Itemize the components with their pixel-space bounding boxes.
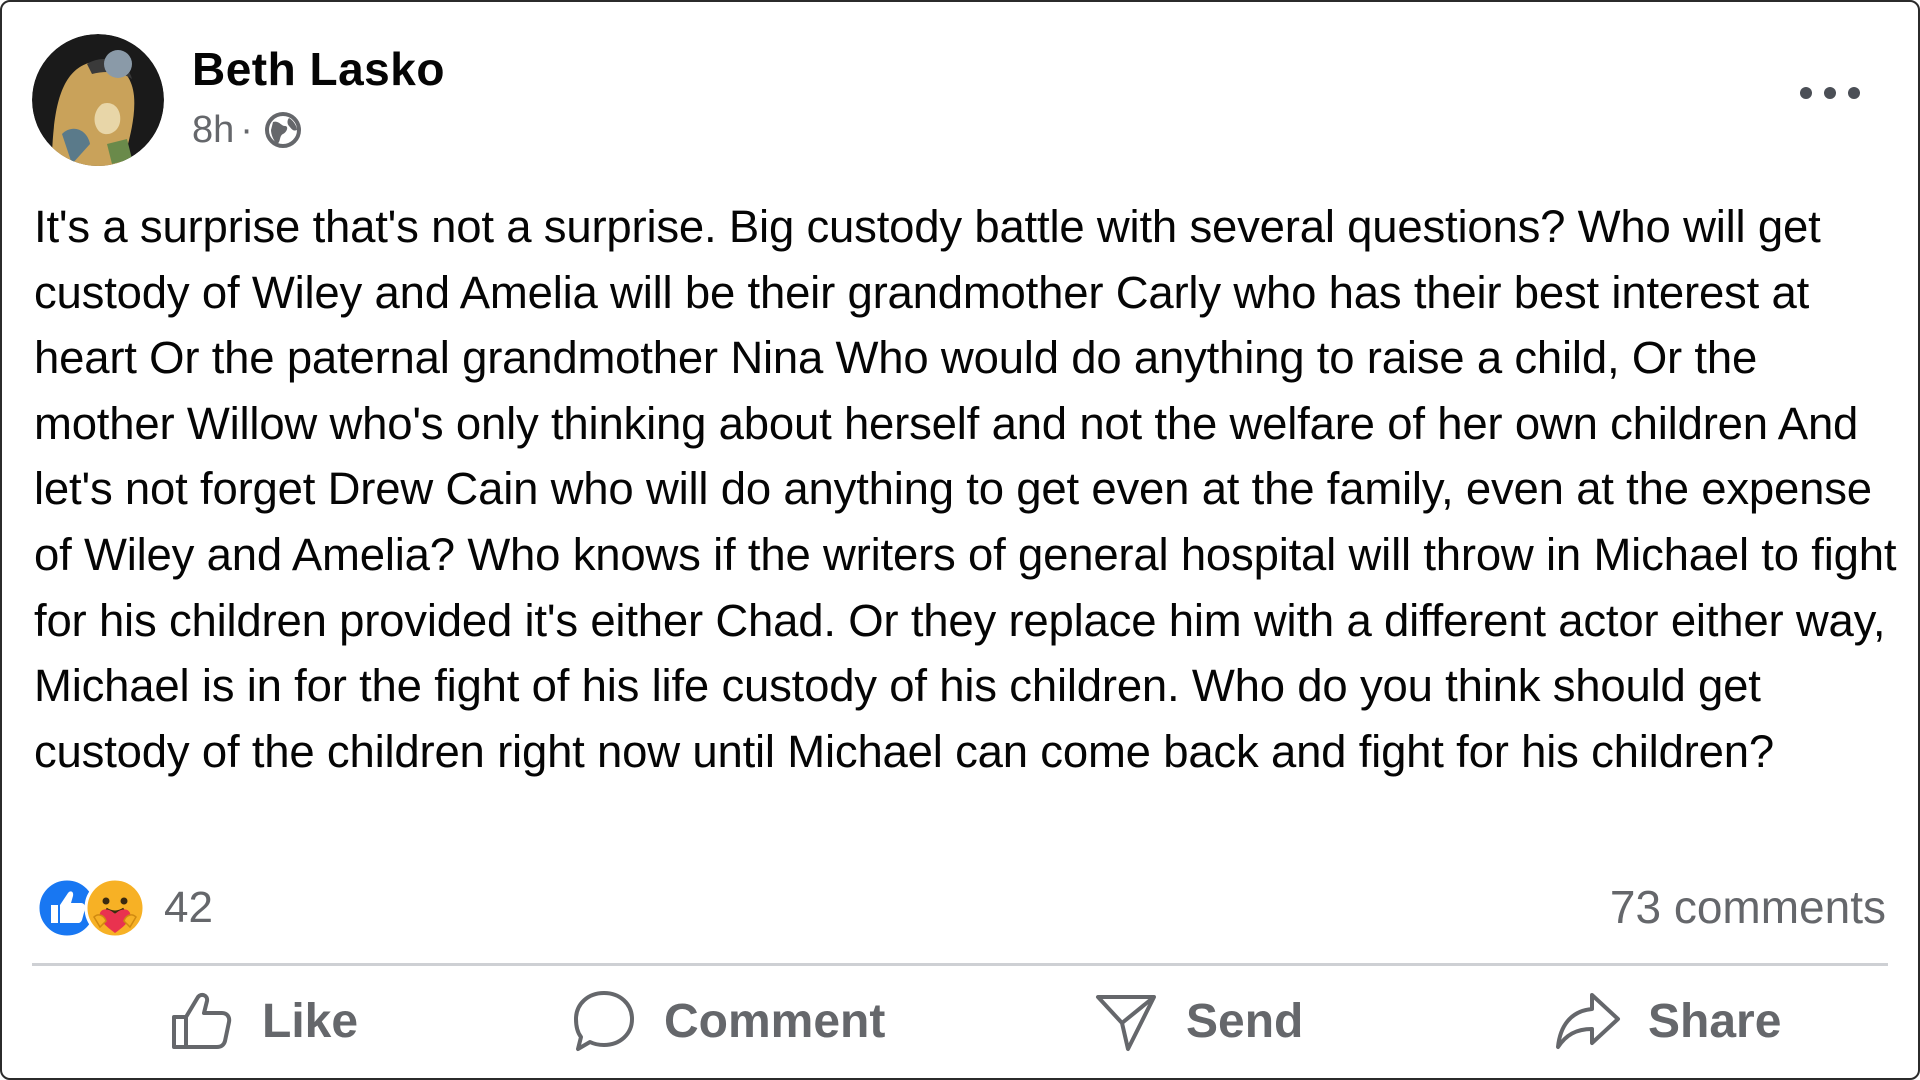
post-body: It's a surprise that's not a surprise. B…	[34, 201, 1897, 777]
post-subline: 8h ·	[192, 109, 445, 152]
dot	[1800, 87, 1812, 99]
post-meta: Beth Lasko 8h ·	[192, 34, 445, 152]
globe-icon[interactable]	[263, 110, 303, 150]
dot	[1848, 87, 1860, 99]
send-label: Send	[1186, 994, 1304, 1048]
like-label: Like	[262, 994, 359, 1048]
share-button[interactable]: Share	[1554, 987, 1781, 1055]
care-icon	[84, 877, 146, 939]
author-name[interactable]: Beth Lasko	[192, 44, 445, 95]
share-label: Share	[1648, 994, 1782, 1048]
like-button[interactable]: Like	[168, 987, 358, 1055]
comment-label: Comment	[664, 994, 886, 1048]
separator: ·	[240, 108, 253, 151]
send-button[interactable]: Send	[1092, 987, 1303, 1055]
comment-icon	[574, 991, 634, 1051]
divider	[32, 963, 1888, 966]
dot	[1824, 87, 1836, 99]
post-header: Beth Lasko 8h ·	[32, 34, 445, 174]
comment-button[interactable]: Comment	[570, 987, 885, 1055]
send-icon	[1096, 995, 1156, 1051]
reactions-summary[interactable]: 42	[36, 876, 213, 940]
post-time[interactable]: 8h	[192, 109, 234, 152]
reaction-count[interactable]: 42	[164, 883, 213, 933]
thumbs-up-icon	[172, 992, 232, 1049]
share-icon	[1556, 993, 1620, 1049]
comments-count[interactable]: 73 comments	[1610, 880, 1886, 934]
more-options-icon[interactable]	[1800, 78, 1860, 108]
avatar[interactable]	[32, 34, 164, 166]
post-card: Beth Lasko 8h · It's a surprise that's n…	[0, 0, 1920, 1080]
action-bar: Like Comment Send Share	[2, 987, 1918, 1077]
